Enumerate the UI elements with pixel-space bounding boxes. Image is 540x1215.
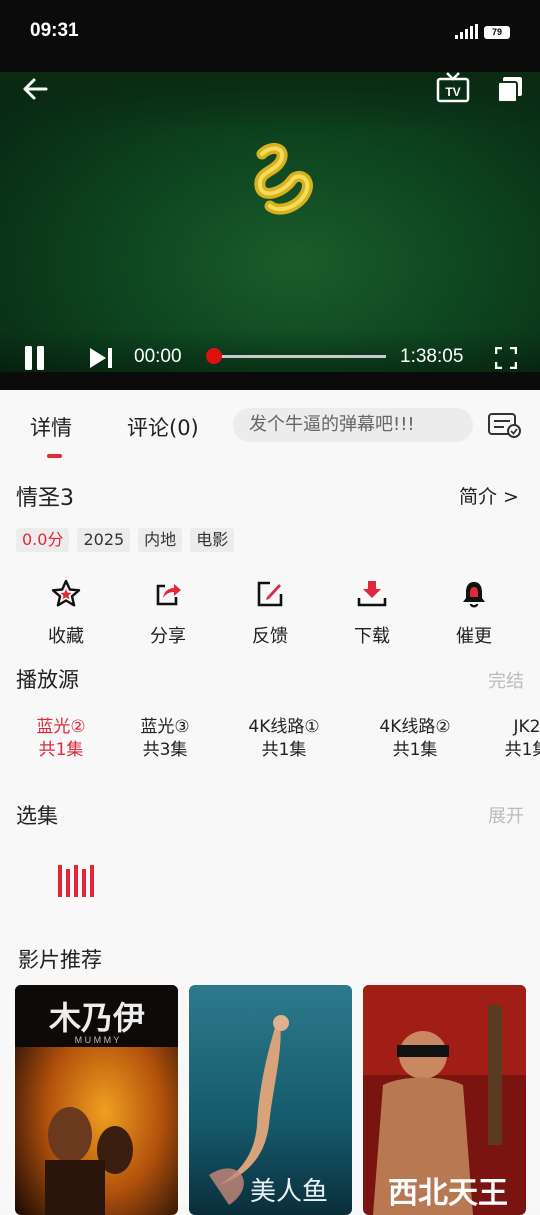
source-name: 4K线路① <box>248 717 320 737</box>
source-item[interactable]: 4K线路② 共1集 <box>369 716 461 762</box>
back-arrow-icon[interactable] <box>22 77 50 101</box>
recommend-poster[interactable]: 木乃伊 M U M M Y <box>15 985 178 1215</box>
video-player[interactable]: TV 00:00 1:38:05 <box>0 72 540 390</box>
bell-icon <box>463 582 485 608</box>
score-tag: 0.0分 <box>16 528 70 552</box>
progress-thumb[interactable] <box>206 348 222 364</box>
player-bottom-bar <box>0 372 540 390</box>
share-label: 分享 <box>150 626 186 647</box>
urge-update-label: 催更 <box>456 626 492 647</box>
recommend-poster[interactable]: 美人鱼 <box>189 985 352 1215</box>
action-row: 收藏 分享 反馈 下载 催更 <box>0 578 540 648</box>
favorite-label: 收藏 <box>48 626 84 647</box>
current-time: 00:00 <box>134 346 182 367</box>
pause-icon[interactable] <box>22 345 48 371</box>
progress-track[interactable] <box>210 355 386 358</box>
urge-update-button[interactable]: 催更 <box>434 578 514 648</box>
source-name: 蓝光② <box>36 717 86 737</box>
star-icon <box>51 579 81 607</box>
source-item[interactable]: JK2 共1集 <box>502 716 540 762</box>
share-button[interactable]: 分享 <box>128 578 208 648</box>
source-name: 蓝光③ <box>140 717 190 737</box>
source-count: 共1集 <box>38 740 84 760</box>
status-time: 09:31 <box>30 20 79 41</box>
poster-image: 美人鱼 <box>189 985 352 1215</box>
intro-link[interactable]: 简介 > <box>459 482 519 509</box>
share-icon <box>156 584 181 606</box>
battery-icon: 79 <box>484 26 510 39</box>
svg-text:美人鱼: 美人鱼 <box>250 1177 328 1207</box>
source-count: 共3集 <box>142 740 188 760</box>
source-list: 蓝光② 共1集 蓝光③ 共3集 4K线路① 共1集 4K线路② 共1集 JK2 … <box>0 716 540 766</box>
episodes-title: 选集 <box>16 804 58 828</box>
next-icon[interactable] <box>88 347 116 369</box>
sources-title: 播放源 <box>16 668 79 692</box>
detail-content: 详情 评论(0) 发个牛逼的弹幕吧!!! 情圣3 简介 > 0.0分 2025 内地… <box>0 390 540 1215</box>
edit-icon <box>257 581 283 607</box>
pip-window-icon[interactable] <box>496 76 524 104</box>
svg-text:TV: TV <box>445 85 460 99</box>
feedback-label: 反馈 <box>252 626 288 647</box>
poster-image: 木乃伊 M U M M Y <box>15 985 178 1215</box>
tab-comments[interactable]: 评论(0) <box>127 412 199 442</box>
year-tag: 2025 <box>77 528 131 552</box>
recommend-title: 影片推荐 <box>18 948 102 972</box>
download-icon <box>357 581 387 607</box>
type-tag: 电影 <box>190 528 235 552</box>
tab-details[interactable]: 详情 <box>30 412 72 442</box>
source-count: 共1集 <box>504 740 540 760</box>
source-count: 共1集 <box>392 740 438 760</box>
tab-indicator <box>47 454 62 458</box>
episodes-expand[interactable]: 展开 <box>488 802 524 828</box>
movie-title: 情圣3 <box>16 486 74 511</box>
source-item[interactable]: 蓝光③ 共3集 <box>132 716 198 762</box>
total-time: 1:38:05 <box>400 346 464 367</box>
playing-bars-icon[interactable] <box>57 863 97 899</box>
signal-icon <box>455 24 478 39</box>
feedback-button[interactable]: 反馈 <box>230 578 310 648</box>
source-name: JK2 <box>513 717 540 737</box>
download-label: 下载 <box>354 626 390 647</box>
region-tag: 内地 <box>138 528 183 552</box>
sources-status: 完结 <box>488 671 524 692</box>
poster-image: 西北天王 <box>363 985 526 1215</box>
svg-text:M U M M Y: M U M M Y <box>75 1035 120 1045</box>
movie-tags: 0.0分 2025 内地 电影 <box>16 528 242 552</box>
danmu-input[interactable]: 发个牛逼的弹幕吧!!! <box>233 408 473 442</box>
source-name: 4K线路② <box>379 717 451 737</box>
svg-text:木乃伊: 木乃伊 <box>48 999 145 1037</box>
danmu-settings-icon[interactable] <box>487 411 523 439</box>
source-count: 共1集 <box>261 740 307 760</box>
tv-cast-icon[interactable]: TV <box>436 72 470 104</box>
svg-text:西北天王: 西北天王 <box>388 1176 508 1211</box>
status-bar: 09:31 79 <box>0 0 540 72</box>
recommend-poster[interactable]: 西北天王 <box>363 985 526 1215</box>
favorite-button[interactable]: 收藏 <box>26 578 106 648</box>
download-button[interactable]: 下载 <box>332 578 412 648</box>
source-item[interactable]: 蓝光② 共1集 <box>30 716 92 762</box>
film-logo <box>254 143 313 215</box>
recommend-list: 木乃伊 M U M M Y 美人鱼 西北天王 <box>0 985 540 1215</box>
source-item[interactable]: 4K线路① 共1集 <box>238 716 330 762</box>
fullscreen-icon[interactable] <box>495 347 517 369</box>
